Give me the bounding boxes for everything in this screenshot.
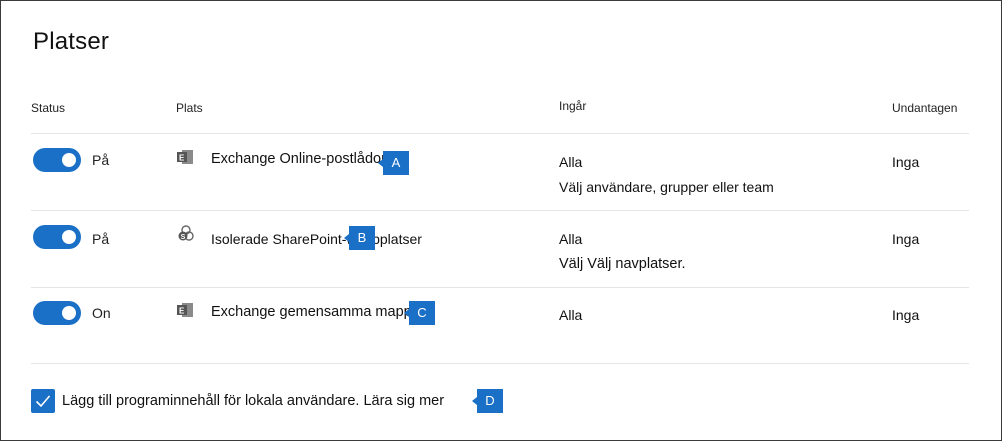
callout-badge: A — [378, 151, 409, 175]
choose-users-link[interactable]: Välj användare, grupper eller team — [559, 179, 774, 195]
exchange-icon: E — [177, 303, 193, 317]
page-title: Platser — [33, 28, 110, 55]
choose-hub-sites-link[interactable]: Välj Välj navplatser. — [559, 256, 686, 272]
sharepoint-icon: S — [178, 225, 194, 241]
excluded-value: Inga — [892, 154, 920, 170]
callout-badge: D — [472, 389, 503, 413]
table-row: On E Exchange gemensamma mappar C Alla I… — [1, 288, 1001, 348]
table-row: På S Isolerade SharePoint-webbplatser B … — [1, 211, 1001, 272]
column-header-excluded: Undantagen — [892, 101, 958, 115]
location-name: Exchange Online-postlådor — [211, 151, 386, 167]
location-name: Isolerade SharePoint-webbplatser — [211, 231, 422, 247]
callout-badge: C — [404, 301, 435, 325]
locations-panel: Platser Status Plats Ingår Undantagen På… — [0, 0, 1002, 441]
status-toggle[interactable] — [33, 225, 81, 249]
status-toggle[interactable] — [33, 148, 81, 172]
included-value: Alla — [559, 231, 583, 247]
column-header-status: Status — [31, 101, 66, 115]
callout-badge: B — [344, 226, 375, 250]
status-toggle[interactable] — [33, 301, 81, 325]
checkmark-icon — [35, 395, 51, 408]
excluded-value: Inga — [892, 231, 920, 247]
onprem-content-checkbox[interactable] — [31, 389, 55, 413]
location-name: Exchange gemensamma mappar — [211, 304, 425, 320]
exchange-icon: E — [177, 150, 193, 164]
column-header-location: Plats — [176, 101, 203, 115]
svg-text:S: S — [181, 234, 186, 241]
table-row: På E Exchange Online-postlådor A Alla Vä… — [1, 134, 1001, 195]
included-value: Alla — [559, 154, 583, 170]
toggle-label: På — [92, 231, 110, 247]
included-value: Alla — [559, 307, 583, 323]
column-header-included: Ingår — [559, 99, 587, 113]
checkbox-label[interactable]: Lägg till programinnehåll för lokala anv… — [62, 393, 444, 409]
excluded-value: Inga — [892, 307, 920, 323]
svg-text:E: E — [179, 154, 185, 163]
toggle-label: On — [92, 305, 111, 321]
toggle-label: På — [92, 152, 110, 168]
svg-text:E: E — [179, 307, 185, 316]
divider — [31, 363, 969, 364]
